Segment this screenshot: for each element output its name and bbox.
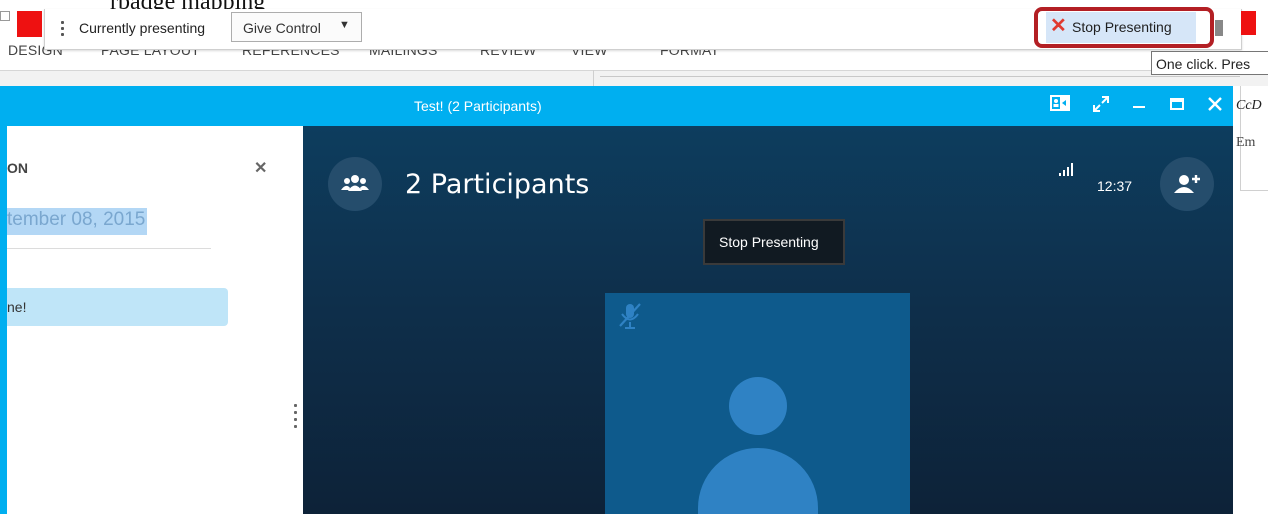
divider xyxy=(7,248,211,249)
participant-video-tile[interactable] xyxy=(605,293,910,514)
app-red-icon[interactable] xyxy=(17,11,42,37)
close-icon[interactable] xyxy=(1207,94,1223,119)
add-participant-icon xyxy=(1174,175,1200,193)
divider xyxy=(600,76,1240,77)
stop-presenting-call-tooltip: Stop Presenting xyxy=(703,219,845,265)
participants-icon xyxy=(341,175,369,191)
grip-handle-icon[interactable] xyxy=(61,21,64,39)
call-stage: 2 Participants 12:37 Stop Presenting xyxy=(303,126,1233,514)
currently-presenting-label: Currently presenting xyxy=(79,20,206,36)
stop-presenting-highlight xyxy=(1034,7,1214,48)
panel-resize-handle[interactable] xyxy=(294,404,297,432)
skype-window: Test! (2 Participants) ON ✕ tember 08, 2… xyxy=(0,86,1233,514)
dock-icon[interactable] xyxy=(1049,94,1071,117)
conversation-side-panel: ON ✕ tember 08, 2015 ne! xyxy=(7,126,303,514)
give-control-label: Give Control xyxy=(243,20,321,36)
call-timer: 12:37 xyxy=(1097,178,1133,194)
participants-button[interactable] xyxy=(328,157,382,211)
conversation-title: Test! (2 Participants) xyxy=(414,98,542,114)
message-bubble[interactable]: ne! xyxy=(7,288,228,326)
quick-access-icon[interactable] xyxy=(0,11,10,21)
panel-title: ON xyxy=(7,160,28,176)
give-control-button[interactable]: Give Control ▼ xyxy=(231,12,362,42)
document-right-text: CcD xyxy=(1236,98,1262,113)
dropdown-caret-icon: ▼ xyxy=(339,19,350,31)
message-text: ne! xyxy=(7,299,27,315)
maximize-icon[interactable] xyxy=(1169,94,1185,119)
close-panel-icon[interactable]: ✕ xyxy=(254,158,267,178)
toolbar-overflow-icon[interactable] xyxy=(1215,20,1223,36)
avatar-icon xyxy=(729,377,787,435)
document-ruler-area xyxy=(0,70,1268,87)
skype-title-bar[interactable]: Test! (2 Participants) xyxy=(0,86,1233,126)
selected-date-text: tember 08, 2015 xyxy=(7,208,148,235)
participants-count-title: 2 Participants xyxy=(405,169,590,200)
avatar-body-icon xyxy=(698,448,818,514)
stop-presenting-call-tooltip-text: Stop Presenting xyxy=(719,234,819,250)
stop-presenting-tooltip: One click. Pres xyxy=(1151,51,1268,75)
add-participant-button[interactable] xyxy=(1160,157,1214,211)
expand-icon[interactable] xyxy=(1091,94,1111,119)
mic-muted-icon xyxy=(619,303,641,329)
document-right-text-2: Em xyxy=(1236,135,1256,150)
minimize-icon[interactable] xyxy=(1131,94,1147,119)
app-red-icon-right[interactable] xyxy=(1241,11,1256,35)
